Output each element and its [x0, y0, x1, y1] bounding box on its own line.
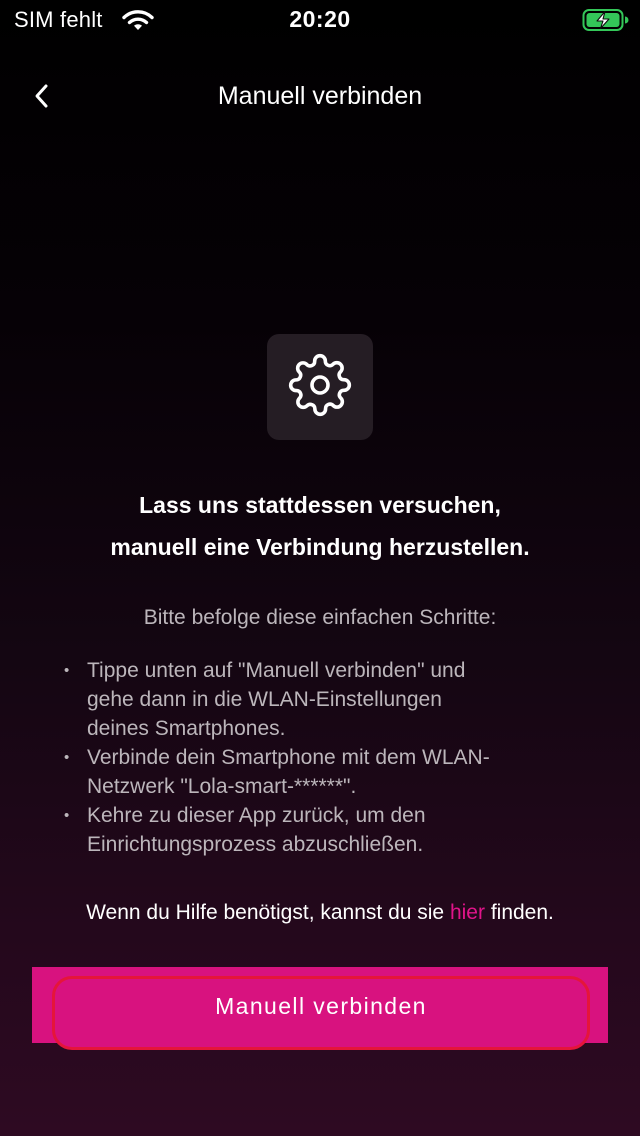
step-1-line-1: Tippe unten auf "Manuell verbinden" und — [87, 659, 466, 682]
headline: Lass uns stattdessen versuchen, manuell … — [40, 484, 600, 568]
help-link[interactable]: hier — [450, 901, 485, 924]
page-title: Manuell verbinden — [217, 82, 423, 110]
steps-list: Tippe unten auf "Manuell verbinden" und … — [64, 656, 584, 859]
status-bar: SIM fehlt 20:20 — [0, 0, 640, 40]
step-1-line-3: deines Smartphones. — [87, 717, 286, 740]
status-time: 20:20 — [289, 6, 351, 32]
steps-intro: Bitte befolge diese einfachen Schritte: — [143, 606, 497, 629]
step-3-line-1: Kehre zu dieser App zurück, um den — [87, 804, 426, 827]
step-item: Kehre zu dieser App zurück, um den Einri… — [64, 801, 584, 859]
headline-line-2: manuell eine Verbindung herzustellen. — [110, 534, 530, 560]
step-item: Verbinde dein Smartphone mit dem WLAN- N… — [64, 743, 584, 801]
help-text: Wenn du Hilfe benötigst, kannst du sie h… — [0, 901, 640, 925]
manual-connect-button-label: Manuell verbinden — [215, 992, 427, 1019]
step-3-line-2: Einrichtungsprozess abzuschließen. — [87, 833, 424, 856]
headline-line-1: Lass uns stattdessen versuchen, — [139, 492, 501, 518]
help-text-suffix: finden. — [484, 901, 554, 924]
battery-charging-icon — [582, 8, 630, 32]
manual-connect-button[interactable]: Manuell verbinden — [52, 976, 590, 1050]
step-2-line-1: Verbinde dein Smartphone mit dem WLAN- — [87, 746, 490, 769]
help-text-prefix: Wenn du Hilfe benötigst, kannst du sie — [86, 901, 450, 924]
step-item: Tippe unten auf "Manuell verbinden" und … — [64, 656, 584, 743]
step-2-line-2: Netzwerk "Lola-smart-******". — [87, 775, 357, 798]
settings-tile — [267, 334, 373, 440]
gear-icon — [288, 353, 352, 422]
step-1-line-2: gehe dann in die WLAN-Einstellungen — [87, 688, 442, 711]
